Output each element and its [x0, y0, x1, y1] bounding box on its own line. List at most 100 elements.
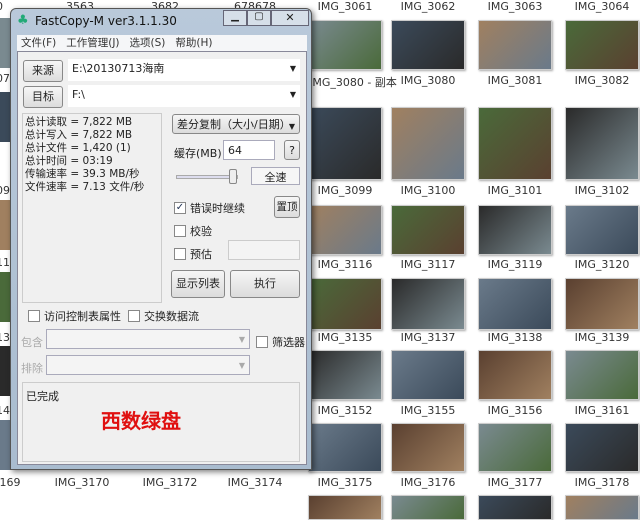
speed-slider[interactable] — [176, 169, 238, 184]
file-label[interactable]: IMG_3080 — [383, 74, 473, 87]
source-input[interactable]: E:\20130713海南 ▼ — [68, 59, 300, 81]
image-thumbnail[interactable] — [391, 278, 465, 330]
image-thumbnail[interactable] — [565, 107, 639, 180]
file-label[interactable]: IMG_3101 — [470, 184, 560, 197]
target-button[interactable]: 目标 — [23, 86, 63, 108]
chevron-down-icon[interactable]: ▼ — [290, 61, 296, 76]
slider-thumb[interactable] — [228, 169, 237, 184]
execute-button[interactable]: 执行 — [230, 270, 300, 298]
image-thumbnail[interactable] — [478, 107, 552, 180]
image-thumbnail[interactable] — [391, 423, 465, 472]
image-thumbnail[interactable] — [565, 350, 639, 400]
menu-file[interactable]: 文件(F) — [21, 35, 56, 51]
file-label-partial[interactable]: 11 — [0, 256, 10, 269]
image-thumbnail[interactable] — [391, 205, 465, 255]
file-label[interactable]: IMG_3137 — [383, 331, 473, 344]
file-label[interactable]: IMG_3061 — [300, 0, 390, 13]
streams-checkbox[interactable]: 交换数据流 — [128, 308, 199, 324]
copy-mode-select[interactable]: 差分复制（大小/日期） ▼ — [172, 114, 300, 134]
verify-checkbox[interactable]: 校验 — [174, 223, 212, 239]
source-button[interactable]: 来源 — [23, 60, 63, 82]
file-label[interactable]: IMG_3100 — [383, 184, 473, 197]
file-label[interactable]: IMG_3102 — [557, 184, 640, 197]
image-thumbnail[interactable] — [308, 205, 382, 255]
window-title: FastCopy-M ver3.1.1.30 — [35, 14, 177, 28]
image-thumbnail[interactable] — [308, 278, 382, 330]
image-thumbnail[interactable] — [308, 350, 382, 400]
file-label[interactable]: IMG_3156 — [470, 404, 560, 417]
file-label[interactable]: IMG_3063 — [470, 0, 560, 13]
help-button[interactable]: ? — [284, 140, 300, 160]
image-thumbnail[interactable] — [478, 205, 552, 255]
image-thumbnail[interactable] — [308, 20, 382, 70]
image-thumbnail[interactable] — [0, 420, 10, 470]
acl-checkbox[interactable]: 访问控制表属性 — [28, 308, 121, 324]
file-label[interactable]: IMG_3139 — [557, 331, 640, 344]
file-label-partial[interactable]: 07 — [0, 72, 10, 85]
file-label[interactable]: IMG_3172 — [125, 476, 215, 489]
image-thumbnail[interactable] — [478, 495, 552, 520]
file-label[interactable]: IMG_3176 — [383, 476, 473, 489]
buffer-input[interactable]: 64 — [223, 140, 275, 160]
image-thumbnail[interactable] — [565, 495, 639, 520]
file-label[interactable]: IMG_3178 — [557, 476, 640, 489]
include-input[interactable]: ▼ — [46, 329, 250, 349]
file-label-partial[interactable]: 0 — [0, 0, 3, 13]
image-thumbnail[interactable] — [0, 92, 10, 142]
file-label[interactable]: IMG_3081 — [470, 74, 560, 87]
image-thumbnail[interactable] — [478, 278, 552, 330]
file-label[interactable]: IMG_3135 — [300, 331, 390, 344]
maximize-button[interactable]: ▢ — [247, 10, 271, 26]
file-label[interactable]: IMG_3082 — [557, 74, 640, 87]
file-label-partial[interactable]: 14 — [0, 404, 10, 417]
file-label[interactable]: IMG_3120 — [557, 258, 640, 271]
filter-checkbox[interactable]: 筛选器 — [256, 334, 305, 350]
image-thumbnail[interactable] — [0, 18, 10, 68]
file-label-partial[interactable]: 13 — [0, 331, 10, 344]
file-label[interactable]: IMG_3177 — [470, 476, 560, 489]
minimize-button[interactable]: ▁ — [223, 10, 247, 26]
file-label[interactable]: IMG_3117 — [383, 258, 473, 271]
show-list-button[interactable]: 显示列表 — [171, 270, 225, 298]
file-label[interactable]: IMG_3174 — [210, 476, 300, 489]
image-thumbnail[interactable] — [391, 107, 465, 180]
menu-job[interactable]: 工作管理(J) — [66, 35, 119, 51]
file-label[interactable]: IMG_3155 — [383, 404, 473, 417]
file-label[interactable]: IMG_3152 — [300, 404, 390, 417]
image-thumbnail[interactable] — [391, 350, 465, 400]
chevron-down-icon[interactable]: ▼ — [290, 87, 296, 102]
file-label[interactable]: IMG_3119 — [470, 258, 560, 271]
topmost-button[interactable]: 置顶 — [274, 196, 300, 218]
menu-options[interactable]: 选项(S) — [130, 35, 166, 51]
file-label[interactable]: IMG_3064 — [557, 0, 640, 13]
image-thumbnail[interactable] — [478, 350, 552, 400]
image-thumbnail[interactable] — [565, 423, 639, 472]
image-thumbnail[interactable] — [565, 205, 639, 255]
image-thumbnail[interactable] — [478, 423, 552, 472]
file-label[interactable]: IMG_3170 — [37, 476, 127, 489]
file-label[interactable]: IMG_3062 — [383, 0, 473, 13]
image-thumbnail[interactable] — [308, 423, 382, 472]
file-label[interactable]: IMG_3138 — [470, 331, 560, 344]
target-input[interactable]: F:\ ▼ — [68, 85, 300, 107]
close-button[interactable]: ✕ — [271, 10, 309, 26]
image-thumbnail[interactable] — [391, 20, 465, 70]
image-thumbnail[interactable] — [0, 272, 10, 322]
file-label[interactable]: IMG_3161 — [557, 404, 640, 417]
estimate-checkbox[interactable]: 预估 — [174, 246, 212, 262]
menu-help[interactable]: 帮助(H) — [175, 35, 212, 51]
file-label[interactable]: IMG_3175 — [300, 476, 390, 489]
image-thumbnail[interactable] — [391, 495, 465, 520]
continue-on-error-checkbox[interactable]: ✓ 错误时继续 — [174, 200, 245, 216]
image-thumbnail[interactable] — [308, 107, 382, 180]
file-label[interactable]: IMG_3099 — [300, 184, 390, 197]
exclude-input[interactable]: ▼ — [46, 355, 250, 375]
image-thumbnail[interactable] — [308, 495, 382, 520]
image-thumbnail[interactable] — [0, 346, 10, 396]
file-label[interactable]: IMG_3116 — [300, 258, 390, 271]
file-label-partial[interactable]: 09 — [0, 184, 10, 197]
image-thumbnail[interactable] — [565, 20, 639, 70]
image-thumbnail[interactable] — [478, 20, 552, 70]
image-thumbnail[interactable] — [0, 200, 10, 250]
image-thumbnail[interactable] — [565, 278, 639, 330]
